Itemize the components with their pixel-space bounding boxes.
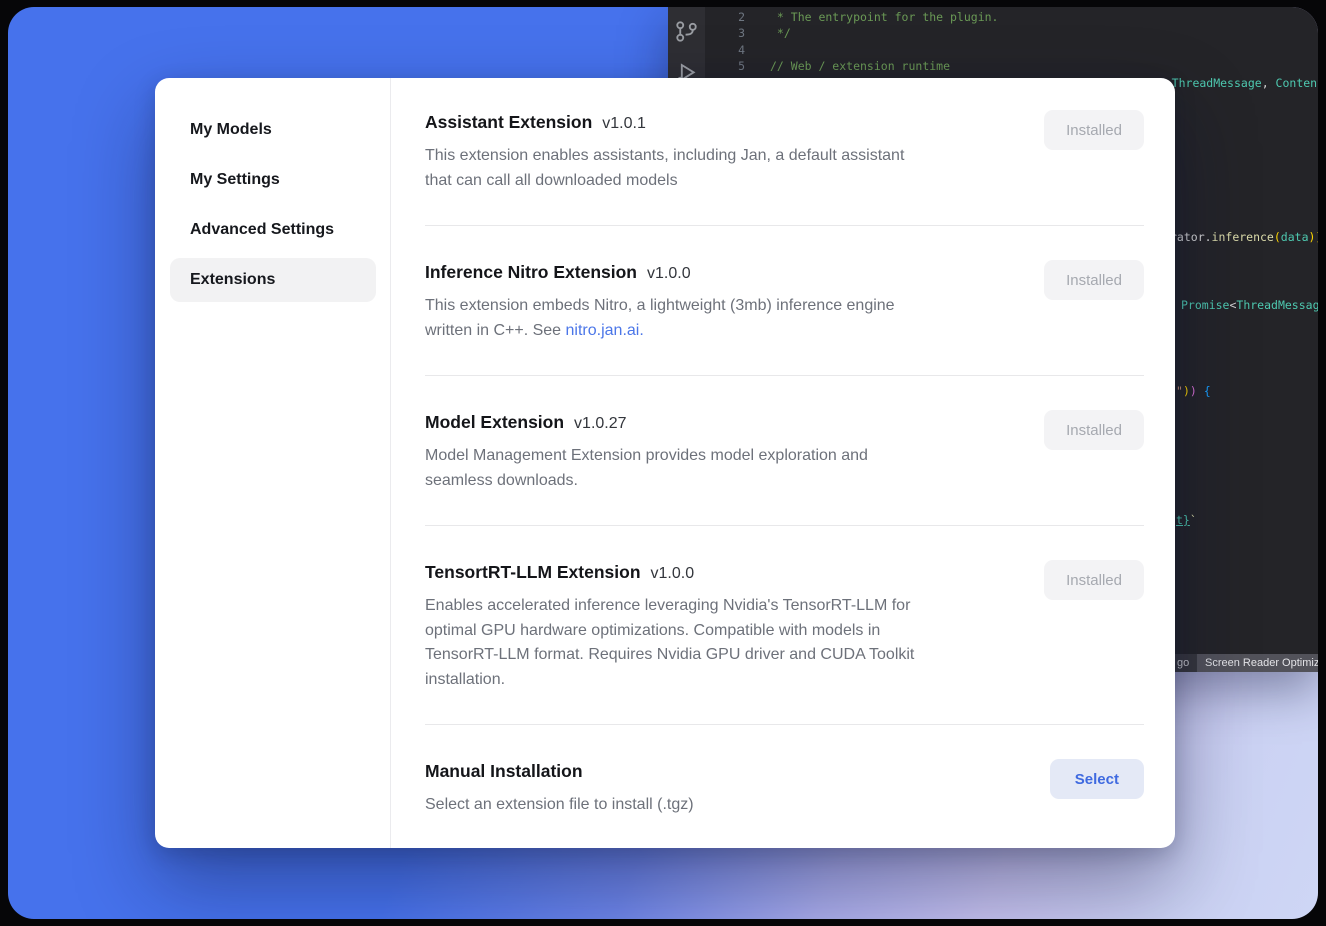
extension-version: v1.0.27 [574, 415, 626, 433]
status-bar-text: go [1177, 654, 1189, 672]
code-fragment: rator.inference(data)); [1170, 229, 1318, 245]
extension-title: Inference Nitro Extension [425, 258, 637, 286]
extension-version: v1.0.0 [651, 565, 695, 583]
extension-description: This extension embeds Nitro, a lightweig… [425, 294, 895, 343]
extension-row-tensorrt-llm: TensortRT-LLM Extension v1.0.0 Enables a… [425, 526, 1144, 725]
extension-version: v1.0.0 [647, 265, 691, 283]
sidebar-item-my-models[interactable]: My Models [170, 108, 376, 152]
code-line: 2 * The entrypoint for the plugin. [705, 9, 1318, 25]
extension-version: v1.0.1 [602, 115, 646, 133]
extensions-list: Assistant Extension v1.0.1 This extensio… [391, 78, 1175, 848]
extension-description: Model Management Extension provides mode… [425, 444, 868, 493]
screen-reader-optimized-status[interactable]: Screen Reader Optimized [1197, 654, 1318, 672]
nitro-jan-ai-link[interactable]: nitro.jan.ai. [566, 322, 644, 339]
sidebar-item-label: My Models [190, 121, 272, 139]
sidebar-item-label: Advanced Settings [190, 221, 334, 239]
installed-button[interactable]: Installed [1044, 560, 1144, 600]
installed-button[interactable]: Installed [1044, 110, 1144, 150]
extension-title: Model Extension [425, 408, 564, 436]
code-line: 3 */ [705, 25, 1318, 41]
code-fragment: Promise<ThreadMessage> [1181, 297, 1318, 313]
line-number: 3 [705, 25, 745, 41]
line-number: 2 [705, 9, 745, 25]
extension-title: Manual Installation [425, 757, 583, 785]
extension-description: This extension enables assistants, inclu… [425, 144, 904, 193]
code-fragment: t}` [1176, 512, 1197, 528]
settings-modal: My Models My Settings Advanced Settings … [155, 78, 1175, 848]
installed-button[interactable]: Installed [1044, 260, 1144, 300]
select-file-button[interactable]: Select [1050, 759, 1144, 799]
manual-installation-row: Manual Installation Select an extension … [425, 725, 1144, 848]
sidebar-item-my-settings[interactable]: My Settings [170, 158, 376, 202]
extension-description: Enables accelerated inference leveraging… [425, 594, 914, 692]
code-line: 4 [705, 42, 1318, 58]
sidebar-item-extensions[interactable]: Extensions [170, 258, 376, 302]
sidebar-item-label: My Settings [190, 171, 280, 189]
extension-row-assistant: Assistant Extension v1.0.1 This extensio… [425, 78, 1144, 226]
extension-title: TensortRT-LLM Extension [425, 558, 641, 586]
source-control-icon[interactable] [674, 19, 699, 44]
sidebar-item-advanced-settings[interactable]: Advanced Settings [170, 208, 376, 252]
line-number: 4 [705, 42, 745, 58]
extension-description: Select an extension file to install (.tg… [425, 793, 694, 818]
sidebar-item-label: Extensions [190, 271, 275, 289]
installed-button[interactable]: Installed [1044, 410, 1144, 450]
extension-row-inference-nitro: Inference Nitro Extension v1.0.0 This ex… [425, 226, 1144, 376]
screenshot-canvas: 2 * The entrypoint for the plugin. 3 */ … [8, 7, 1318, 919]
extension-title: Assistant Extension [425, 108, 592, 136]
line-number: 5 [705, 58, 745, 74]
settings-sidebar: My Models My Settings Advanced Settings … [155, 78, 390, 848]
code-fragment: ")) { [1176, 383, 1211, 399]
code-line: 5 // Web / extension runtime [705, 58, 1318, 74]
extension-row-model: Model Extension v1.0.27 Model Management… [425, 376, 1144, 526]
